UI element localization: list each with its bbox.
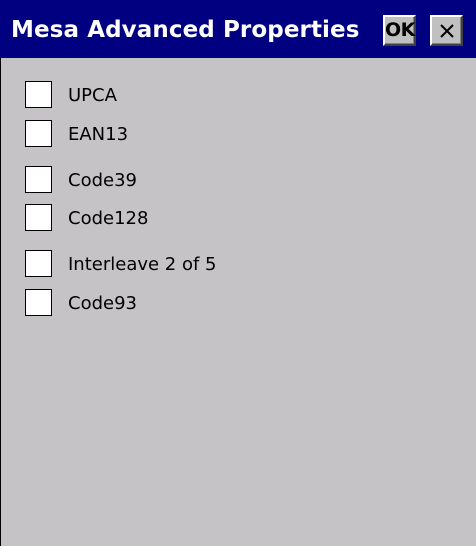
option-code39[interactable]: Code39: [25, 164, 137, 194]
checkbox-ean13[interactable]: [25, 119, 52, 147]
label-ean13: EAN13: [68, 123, 129, 145]
label-code39: Code39: [68, 169, 137, 191]
checkbox-upca[interactable]: [25, 80, 52, 108]
options-panel: UPCA EAN13 Code39 Code128 Interleave 2 o…: [0, 58, 476, 546]
option-code128[interactable]: Code128: [25, 202, 148, 232]
close-icon: [440, 24, 454, 38]
label-upca: UPCA: [68, 84, 117, 106]
title-bar: Mesa Advanced Properties OK: [0, 0, 476, 58]
window-title: Mesa Advanced Properties: [11, 17, 360, 43]
checkbox-code39[interactable]: [25, 165, 52, 193]
option-upca[interactable]: UPCA: [25, 79, 117, 109]
label-interleave-2-of-5: Interleave 2 of 5: [68, 253, 217, 275]
option-interleave-2-of-5[interactable]: Interleave 2 of 5: [25, 248, 217, 278]
properties-dialog: Mesa Advanced Properties OK UPCA EAN13 C…: [0, 0, 476, 546]
option-ean13[interactable]: EAN13: [25, 118, 128, 148]
checkbox-code128[interactable]: [25, 203, 52, 231]
close-button[interactable]: [430, 15, 463, 46]
checkbox-interleave-2-of-5[interactable]: [25, 249, 52, 277]
option-code93[interactable]: Code93: [25, 287, 137, 317]
ok-button[interactable]: OK: [383, 15, 416, 46]
label-code93: Code93: [68, 292, 137, 314]
label-code128: Code128: [68, 207, 149, 229]
checkbox-code93[interactable]: [25, 288, 52, 316]
